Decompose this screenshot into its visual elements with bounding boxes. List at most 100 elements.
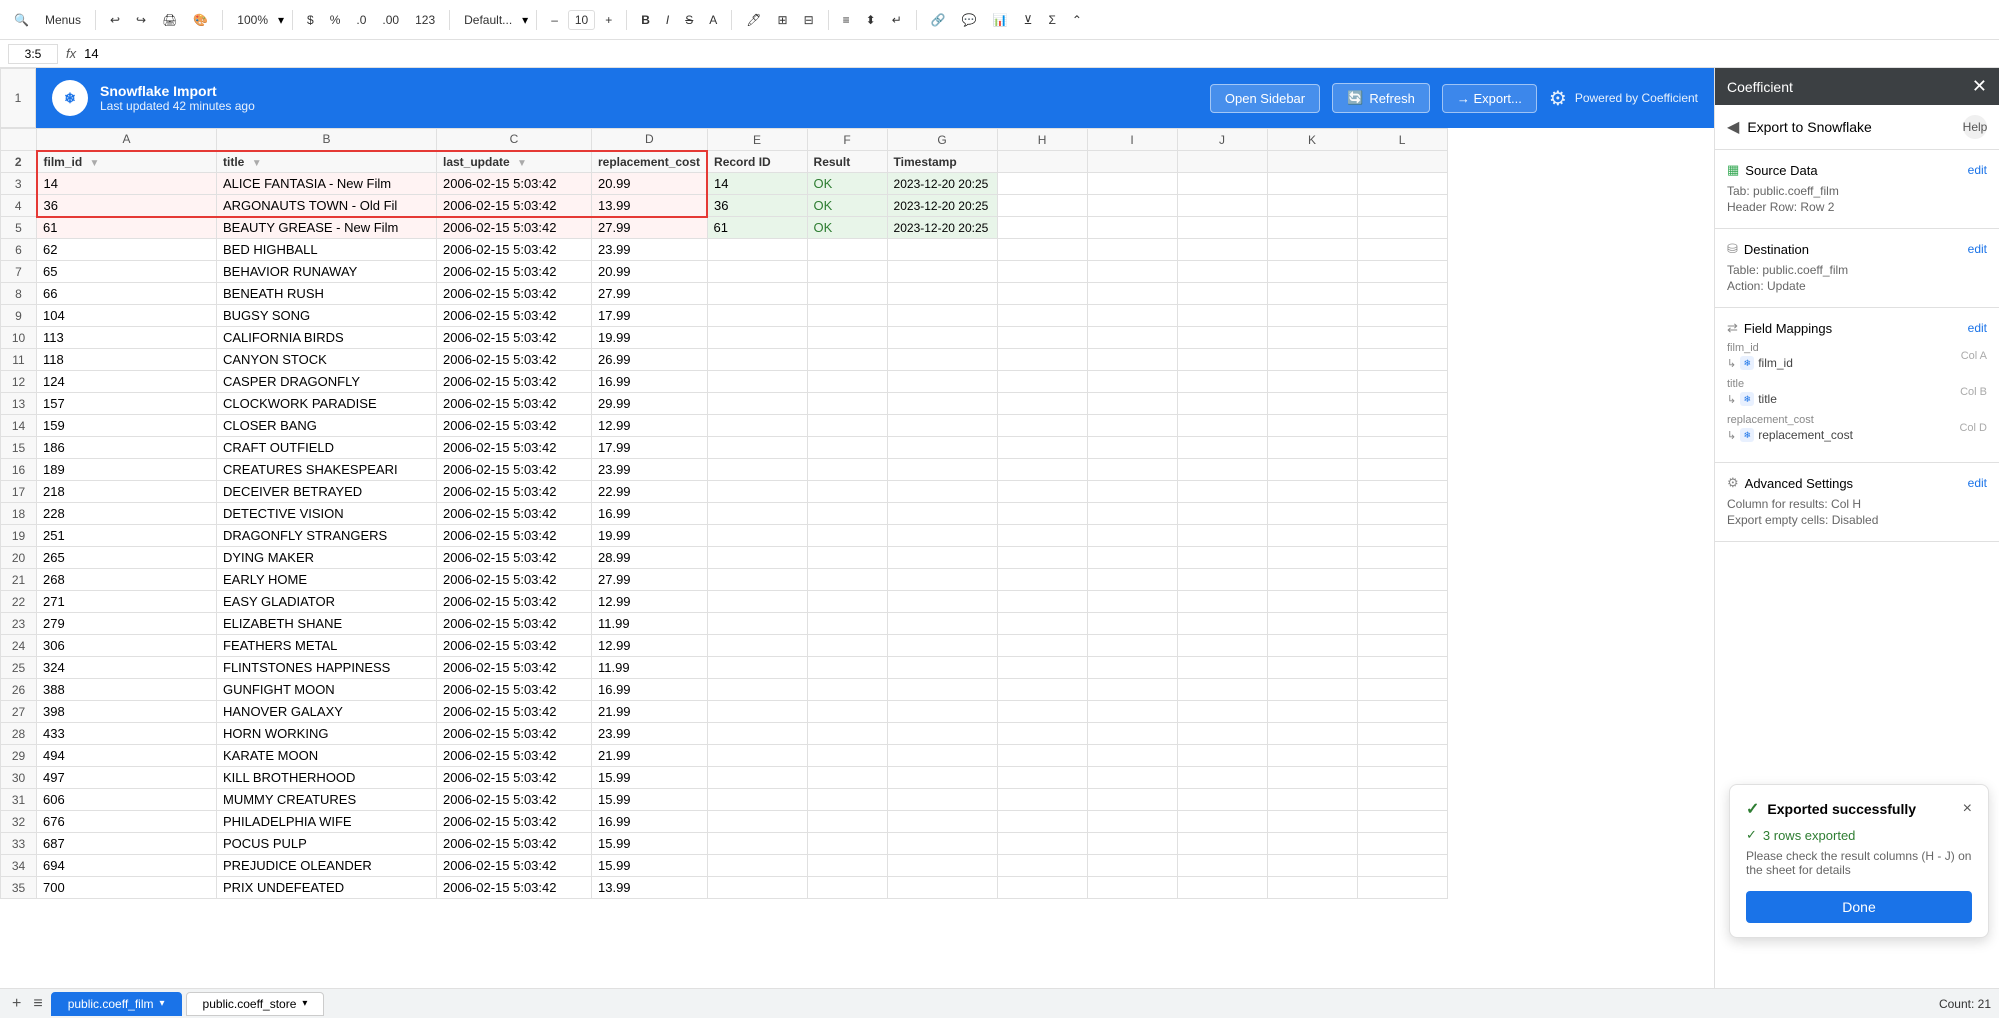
col-header-c[interactable]: C — [437, 129, 592, 151]
success-desc: Please check the result columns (H - J) … — [1746, 849, 1972, 877]
valign-btn[interactable]: ⬍ — [860, 11, 882, 29]
col-header-g[interactable]: G — [887, 129, 997, 151]
sheet-menu-btn[interactable]: ≡ — [29, 995, 46, 1013]
done-btn[interactable]: Done — [1746, 891, 1972, 923]
table-icon: ▦ — [1727, 162, 1739, 178]
add-sheet-btn[interactable]: + — [8, 995, 25, 1013]
search-icon[interactable]: 🔍 — [8, 11, 35, 29]
panel-help-btn[interactable]: Help — [1963, 115, 1987, 139]
field-film-id-col: Col A — [1961, 350, 1987, 362]
col-header-h[interactable]: H — [997, 129, 1087, 151]
number-format-btn[interactable]: 123 — [409, 11, 441, 29]
divider-2 — [222, 10, 223, 30]
panel-title: Coefficient — [1727, 79, 1793, 95]
table-row: 22271EASY GLADIATOR2006-02-15 5:03:4212.… — [1, 591, 1448, 613]
spreadsheet-grid: A B C D E F G H I J K L — [0, 128, 1448, 899]
font-select[interactable]: Default... — [458, 11, 518, 29]
sheet-tab-coeff-film[interactable]: public.coeff_film ▾ — [51, 992, 182, 1016]
font-size-value[interactable]: 10 — [568, 10, 595, 30]
redo-btn[interactable]: ↪ — [130, 11, 152, 29]
sheet-tabs: + ≡ public.coeff_film ▾ public.coeff_sto… — [0, 988, 1999, 1018]
italic-btn[interactable]: I — [660, 11, 675, 29]
field-db-icon: ❄ — [1740, 356, 1754, 370]
align-btn[interactable]: ≡ — [837, 11, 856, 29]
table-row: 28433HORN WORKING2006-02-15 5:03:4223.99 — [1, 723, 1448, 745]
grid-wrapper[interactable]: A B C D E F G H I J K L — [0, 128, 1714, 988]
menus-btn[interactable]: Menus — [39, 11, 87, 29]
borders-btn[interactable]: ⊞ — [772, 11, 794, 29]
col-c-header: last_update ▼ — [437, 151, 592, 173]
print-btn[interactable]: 🖨 — [156, 11, 183, 29]
table-row: 436ARGONAUTS TOWN - Old Fil2006-02-15 5:… — [1, 195, 1448, 217]
font-size-dec[interactable]: – — [545, 11, 564, 29]
undo-btn[interactable]: ↩ — [104, 11, 126, 29]
link-btn[interactable]: 🔗 — [925, 11, 952, 29]
col-header-l[interactable]: L — [1357, 129, 1447, 151]
decimal-dec-btn[interactable]: .0 — [350, 11, 372, 29]
currency-btn[interactable]: $ — [301, 11, 320, 29]
destination-section: ⛁ Destination edit Table: public.coeff_f… — [1715, 229, 1999, 308]
highlight-btn[interactable]: 🖊 — [740, 11, 767, 29]
field-title-db: title — [1758, 392, 1777, 406]
chevron-up-btn[interactable]: ⌃ — [1066, 11, 1088, 29]
formula-btn[interactable]: Σ — [1042, 11, 1061, 29]
zoom-select[interactable]: 100% — [231, 11, 274, 29]
destination-icon: ⛁ — [1727, 241, 1738, 257]
col-header-f[interactable]: F — [807, 129, 887, 151]
panel-back-btn[interactable]: ◀ — [1727, 117, 1739, 137]
refresh-btn[interactable]: 🔄 Refresh — [1332, 83, 1430, 113]
coefficient-icon: ⚙ — [1549, 86, 1567, 111]
formula-input[interactable]: 14 — [84, 46, 1991, 61]
col-header-k[interactable]: K — [1267, 129, 1357, 151]
col-header-j[interactable]: J — [1177, 129, 1267, 151]
destination-title: ⛁ Destination — [1727, 241, 1809, 257]
field-cost-db-icon: ❄ — [1740, 428, 1754, 442]
mappings-header: ⇄ Field Mappings edit — [1727, 320, 1987, 336]
import-title: Snowflake Import — [100, 83, 1198, 99]
open-sidebar-btn[interactable]: Open Sidebar — [1210, 84, 1320, 113]
filter-btn[interactable]: ⊻ — [1018, 11, 1039, 29]
text-color-btn[interactable]: A — [703, 11, 723, 29]
export-btn[interactable]: → Export... — [1442, 84, 1537, 113]
divider-4 — [449, 10, 450, 30]
mapping-replacement-cost: replacement_cost ↳ ❄ replacement_cost Co… — [1727, 414, 1987, 442]
mappings-edit-btn[interactable]: edit — [1968, 321, 1987, 335]
col-header-b[interactable]: B — [217, 129, 437, 151]
col-header-e[interactable]: E — [707, 129, 807, 151]
percent-btn[interactable]: % — [324, 11, 347, 29]
strikethrough-btn[interactable]: S — [679, 11, 699, 29]
import-subtitle: Last updated 42 minutes ago — [100, 99, 1198, 113]
col-results: Column for results: Col H — [1727, 497, 1987, 511]
comment-btn[interactable]: 💬 — [956, 11, 983, 29]
panel-close-btn[interactable]: ✕ — [1972, 76, 1987, 97]
merge-btn[interactable]: ⊟ — [798, 11, 820, 29]
table-row: 19251DRAGONFLY STRANGERS2006-02-15 5:03:… — [1, 525, 1448, 547]
wrap-btn[interactable]: ↵ — [886, 11, 908, 29]
font-size-inc[interactable]: + — [599, 11, 618, 29]
divider-5 — [536, 10, 537, 30]
mappings-title: ⇄ Field Mappings — [1727, 320, 1832, 336]
source-edit-btn[interactable]: edit — [1968, 163, 1987, 177]
advanced-edit-btn[interactable]: edit — [1968, 476, 1987, 490]
table-row: 765BEHAVIOR RUNAWAY2006-02-15 5:03:4220.… — [1, 261, 1448, 283]
col-e-header: Record ID — [707, 151, 807, 173]
bold-btn[interactable]: B — [635, 11, 656, 29]
advanced-header: ⚙ Advanced Settings edit — [1727, 475, 1987, 491]
table-row: 16189CREATURES SHAKESPEARI2006-02-15 5:0… — [1, 459, 1448, 481]
notification-close-btn[interactable]: × — [1963, 800, 1972, 818]
table-row: 13157CLOCKWORK PARADISE2006-02-15 5:03:4… — [1, 393, 1448, 415]
col-header-i[interactable]: I — [1087, 129, 1177, 151]
formula-bar: 3:5 fx 14 — [0, 40, 1999, 68]
paint-format-btn[interactable]: 🎨 — [187, 11, 214, 29]
source-data-section: ▦ Source Data edit Tab: public.coeff_fil… — [1715, 150, 1999, 229]
col-header-a[interactable]: A — [37, 129, 217, 151]
col-header-d[interactable]: D — [592, 129, 708, 151]
field-mappings-section: ⇄ Field Mappings edit film_id ↳ ❄ film_i… — [1715, 308, 1999, 463]
chart-btn[interactable]: 📊 — [987, 11, 1014, 29]
decimal-inc-btn[interactable]: .00 — [376, 11, 405, 29]
sheet-tab-arrow-2: ▾ — [302, 998, 307, 1009]
sheet-tab-coeff-store[interactable]: public.coeff_store ▾ — [186, 992, 325, 1016]
destination-edit-btn[interactable]: edit — [1968, 242, 1987, 256]
divider-7 — [731, 10, 732, 30]
cell-reference[interactable]: 3:5 — [8, 44, 58, 64]
